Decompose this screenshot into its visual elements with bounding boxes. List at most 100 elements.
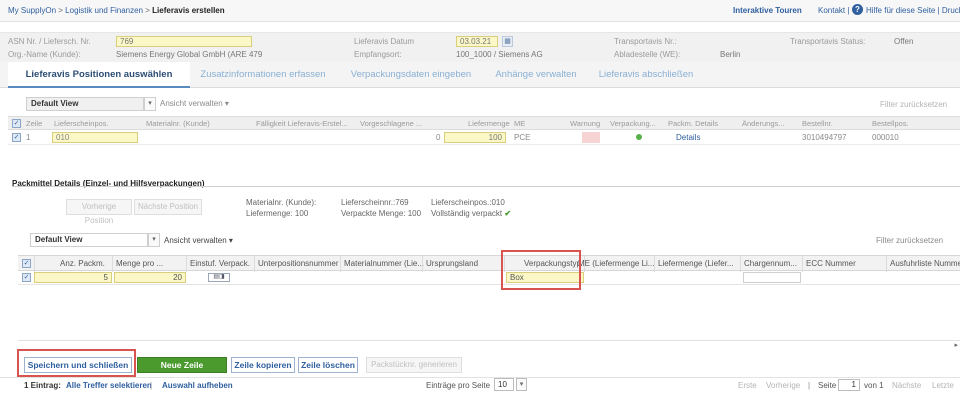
- column-header[interactable]: Einstuf. Verpack.: [190, 259, 250, 268]
- column-header[interactable]: ECC Nummer: [806, 259, 856, 268]
- chevron-down-icon[interactable]: ▾: [516, 378, 527, 391]
- org-value: Siemens Energy Global GmbH (ARE 479: [116, 50, 263, 59]
- column-header[interactable]: ME: [514, 119, 525, 128]
- horizontal-scrollbar[interactable]: ▸: [18, 340, 960, 349]
- help-link[interactable]: Hilfe für diese Seite | Drucken: [866, 6, 960, 15]
- column-header[interactable]: Fälligkeit Lieferavis-Erstel...: [256, 119, 348, 128]
- top-bar: My SupplyOn > Logistik und Finanzen > Li…: [0, 0, 960, 22]
- tab-zusatzinformationen[interactable]: Zusatzinformationen erfassen: [190, 62, 336, 88]
- first-page-button[interactable]: Erste: [738, 381, 757, 390]
- breadcrumb-separator: >: [58, 6, 63, 15]
- row-bestellpos: 000010: [872, 133, 899, 142]
- row-me: PCE: [514, 133, 531, 142]
- column-header[interactable]: Chargennum...: [744, 259, 797, 268]
- manage-views-button[interactable]: Ansicht verwalten ▾: [160, 99, 229, 108]
- select-all-checkbox[interactable]: ✓: [12, 119, 21, 128]
- breadcrumb: My SupplyOn > Logistik und Finanzen > Li…: [8, 6, 225, 15]
- anz-packm-input[interactable]: 5: [34, 272, 112, 283]
- column-header[interactable]: Verpackung...: [610, 119, 656, 128]
- view-select[interactable]: Default View: [26, 97, 144, 111]
- chargennummer-input[interactable]: [743, 272, 801, 283]
- entries-per-page-select[interactable]: 10: [494, 378, 514, 391]
- scroll-right-icon[interactable]: ▸: [954, 341, 958, 349]
- status-dot-icon: [636, 134, 642, 140]
- previous-page-button[interactable]: Vorherige: [766, 381, 800, 390]
- calendar-icon[interactable]: ▦: [502, 36, 513, 47]
- tab-abschliessen[interactable]: Lieferavis abschließen: [586, 62, 706, 88]
- abladestelle-value: Berlin: [720, 50, 741, 59]
- asn-input[interactable]: 769: [116, 36, 252, 47]
- column-header[interactable]: ME (Liefermenge Li...: [578, 259, 654, 268]
- contact-link[interactable]: Kontakt |: [818, 6, 849, 15]
- positions-grid: Default View ▾ Ansicht verwalten ▾ Filte…: [8, 94, 960, 154]
- previous-position-button[interactable]: Vorherige Position: [66, 199, 132, 225]
- column-header[interactable]: Materialnr. (Kunde): [146, 119, 210, 128]
- lieferschein-label: Lieferscheinnr.:769: [341, 198, 409, 207]
- column-header[interactable]: Bestellnr.: [802, 119, 833, 128]
- delete-row-button[interactable]: Zeile löschen: [298, 357, 358, 373]
- tab-bar: Lieferavis Positionen auswählen Zusatzin…: [0, 62, 960, 88]
- transport-status-label: Transportavis Status:: [790, 37, 866, 46]
- row-checkbox[interactable]: ✓: [22, 273, 31, 282]
- column-header[interactable]: Ursprungsland: [426, 259, 478, 268]
- datum-input[interactable]: 03.03.21: [456, 36, 498, 47]
- manage-views-button-packmittel[interactable]: Ansicht verwalten ▾: [164, 236, 233, 245]
- highlight-save-button: [17, 349, 136, 377]
- breadcrumb-separator: >: [145, 6, 150, 15]
- table-row[interactable]: ✓ 5 20 ▤◨ Box: [18, 271, 960, 285]
- next-position-button[interactable]: Nächste Position: [134, 199, 202, 215]
- interactive-tours-link[interactable]: Interaktive Touren: [733, 6, 802, 15]
- packed-status: Vollständig verpackt ✔: [431, 209, 511, 218]
- column-header[interactable]: Liefermenge (Liefer...: [658, 259, 734, 268]
- row-zeile: 1: [26, 133, 31, 142]
- row-checkbox[interactable]: ✓: [12, 133, 21, 142]
- column-header[interactable]: Vorgeschlagene ...: [360, 119, 422, 128]
- breadcrumb-logistik[interactable]: Logistik und Finanzen: [65, 6, 143, 15]
- column-header[interactable]: Bestellpos.: [872, 119, 909, 128]
- select-all-link[interactable]: Alle Treffer selektieren: [66, 381, 152, 390]
- warning-indicator: [582, 132, 600, 143]
- page-number-input[interactable]: 1: [838, 379, 860, 391]
- row-bestellnr: 3010494797: [802, 133, 847, 142]
- deselect-link[interactable]: Auswahl aufheben: [162, 381, 233, 390]
- details-link[interactable]: Details: [676, 133, 700, 142]
- chevron-down-icon[interactable]: ▾: [148, 233, 160, 247]
- chevron-down-icon[interactable]: ▾: [144, 97, 156, 111]
- copy-row-button[interactable]: Zeile kopieren: [231, 357, 295, 373]
- select-all-checkbox[interactable]: ✓: [22, 259, 31, 268]
- menge-pro-input[interactable]: 20: [114, 272, 186, 283]
- column-header[interactable]: Warnung: [570, 119, 600, 128]
- help-icon[interactable]: ?: [852, 4, 863, 15]
- abladestelle-label: Abladestelle (WE):: [614, 50, 681, 59]
- tab-positionen[interactable]: Lieferavis Positionen auswählen: [8, 62, 190, 88]
- liefermenge-input[interactable]: 100: [444, 132, 506, 143]
- breadcrumb-current: Lieferavis erstellen: [152, 6, 225, 15]
- column-header[interactable]: Lieferscheinpos.: [54, 119, 109, 128]
- column-header[interactable]: Anz. Packm.: [60, 259, 105, 268]
- row-vorgeschlagen: 0: [436, 133, 441, 142]
- breadcrumb-home[interactable]: My SupplyOn: [8, 6, 56, 15]
- column-header[interactable]: Ausfuhrliste Nummer: [890, 259, 960, 268]
- column-header[interactable]: Liefermenge: [468, 119, 510, 128]
- check-icon: ✔: [504, 209, 512, 218]
- view-select-packmittel[interactable]: Default View: [30, 233, 148, 247]
- grid-header: ✓ Zeile Lieferscheinpos. Materialnr. (Ku…: [8, 116, 960, 130]
- packaging-level-icon[interactable]: ▤◨: [208, 273, 230, 282]
- column-header[interactable]: Änderungs...: [742, 119, 785, 128]
- filter-reset-link-packmittel[interactable]: Filter zurücksetzen: [876, 236, 943, 245]
- last-page-button[interactable]: Letzte: [932, 381, 954, 390]
- filter-reset-link[interactable]: Filter zurücksetzen: [880, 100, 947, 109]
- column-header[interactable]: Zeile: [26, 119, 42, 128]
- lieferscheinpos-input[interactable]: 010: [52, 132, 138, 143]
- delivery-header: ASN Nr. / Liefersch. Nr. 769 Lieferavis …: [0, 32, 960, 62]
- column-header[interactable]: Materialnummer (Lie...: [344, 259, 424, 268]
- column-header[interactable]: Menge pro ...: [116, 259, 163, 268]
- add-row-button[interactable]: Neue Zeile hinzufügen: [137, 357, 227, 384]
- column-header[interactable]: Packm. Details: [668, 119, 718, 128]
- generate-package-number-button[interactable]: Packstücknr. generieren: [366, 357, 462, 373]
- tab-anhaenge[interactable]: Anhänge verwalten: [486, 62, 586, 88]
- next-page-button[interactable]: Nächste: [892, 381, 921, 390]
- tab-verpackungsdaten[interactable]: Verpackungsdaten eingeben: [336, 62, 486, 88]
- table-row[interactable]: ✓ 1 010 0 100 PCE Details 3010494797 000…: [8, 131, 960, 145]
- column-header[interactable]: Unterpositionsnummer: [258, 259, 338, 268]
